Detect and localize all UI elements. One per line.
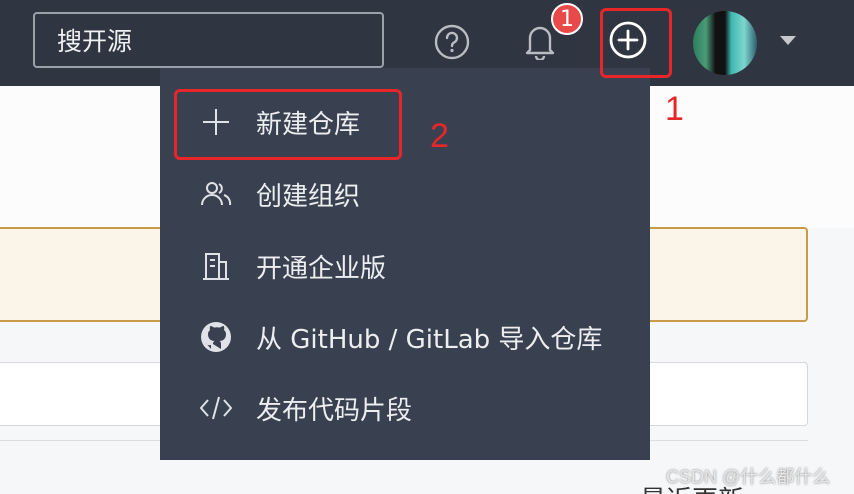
menu-item-label: 开通企业版 xyxy=(256,253,387,284)
notification-badge: 1 xyxy=(551,3,583,35)
code-icon xyxy=(200,392,232,424)
github-icon xyxy=(200,321,232,353)
annotation-label-2: 2 xyxy=(430,117,449,155)
watermark: CSDN @什么都什么 xyxy=(666,467,831,487)
avatar[interactable] xyxy=(693,11,757,75)
menu-item-label: 创建组织 xyxy=(256,181,361,212)
help-icon[interactable] xyxy=(434,24,470,60)
menu-item-publish-snippet[interactable]: 发布代码片段 xyxy=(160,372,650,444)
annotation-box-new-repo xyxy=(174,89,402,160)
users-icon xyxy=(200,178,232,210)
menu-item-create-org[interactable]: 创建组织 xyxy=(160,158,650,230)
annotation-box-plus xyxy=(600,8,672,78)
caret-down-icon[interactable] xyxy=(780,36,796,45)
menu-item-label: 从 GitHub / GitLab 导入仓库 xyxy=(256,324,603,355)
building-icon xyxy=(200,250,232,282)
annotation-label-1: 1 xyxy=(665,90,684,128)
search-input[interactable]: 搜开源 xyxy=(33,12,384,68)
search-placeholder: 搜开源 xyxy=(57,27,133,56)
menu-item-label: 发布代码片段 xyxy=(256,395,413,426)
menu-item-import-repo[interactable]: 从 GitHub / GitLab 导入仓库 xyxy=(160,301,650,373)
menu-item-enterprise[interactable]: 开通企业版 xyxy=(160,230,650,302)
